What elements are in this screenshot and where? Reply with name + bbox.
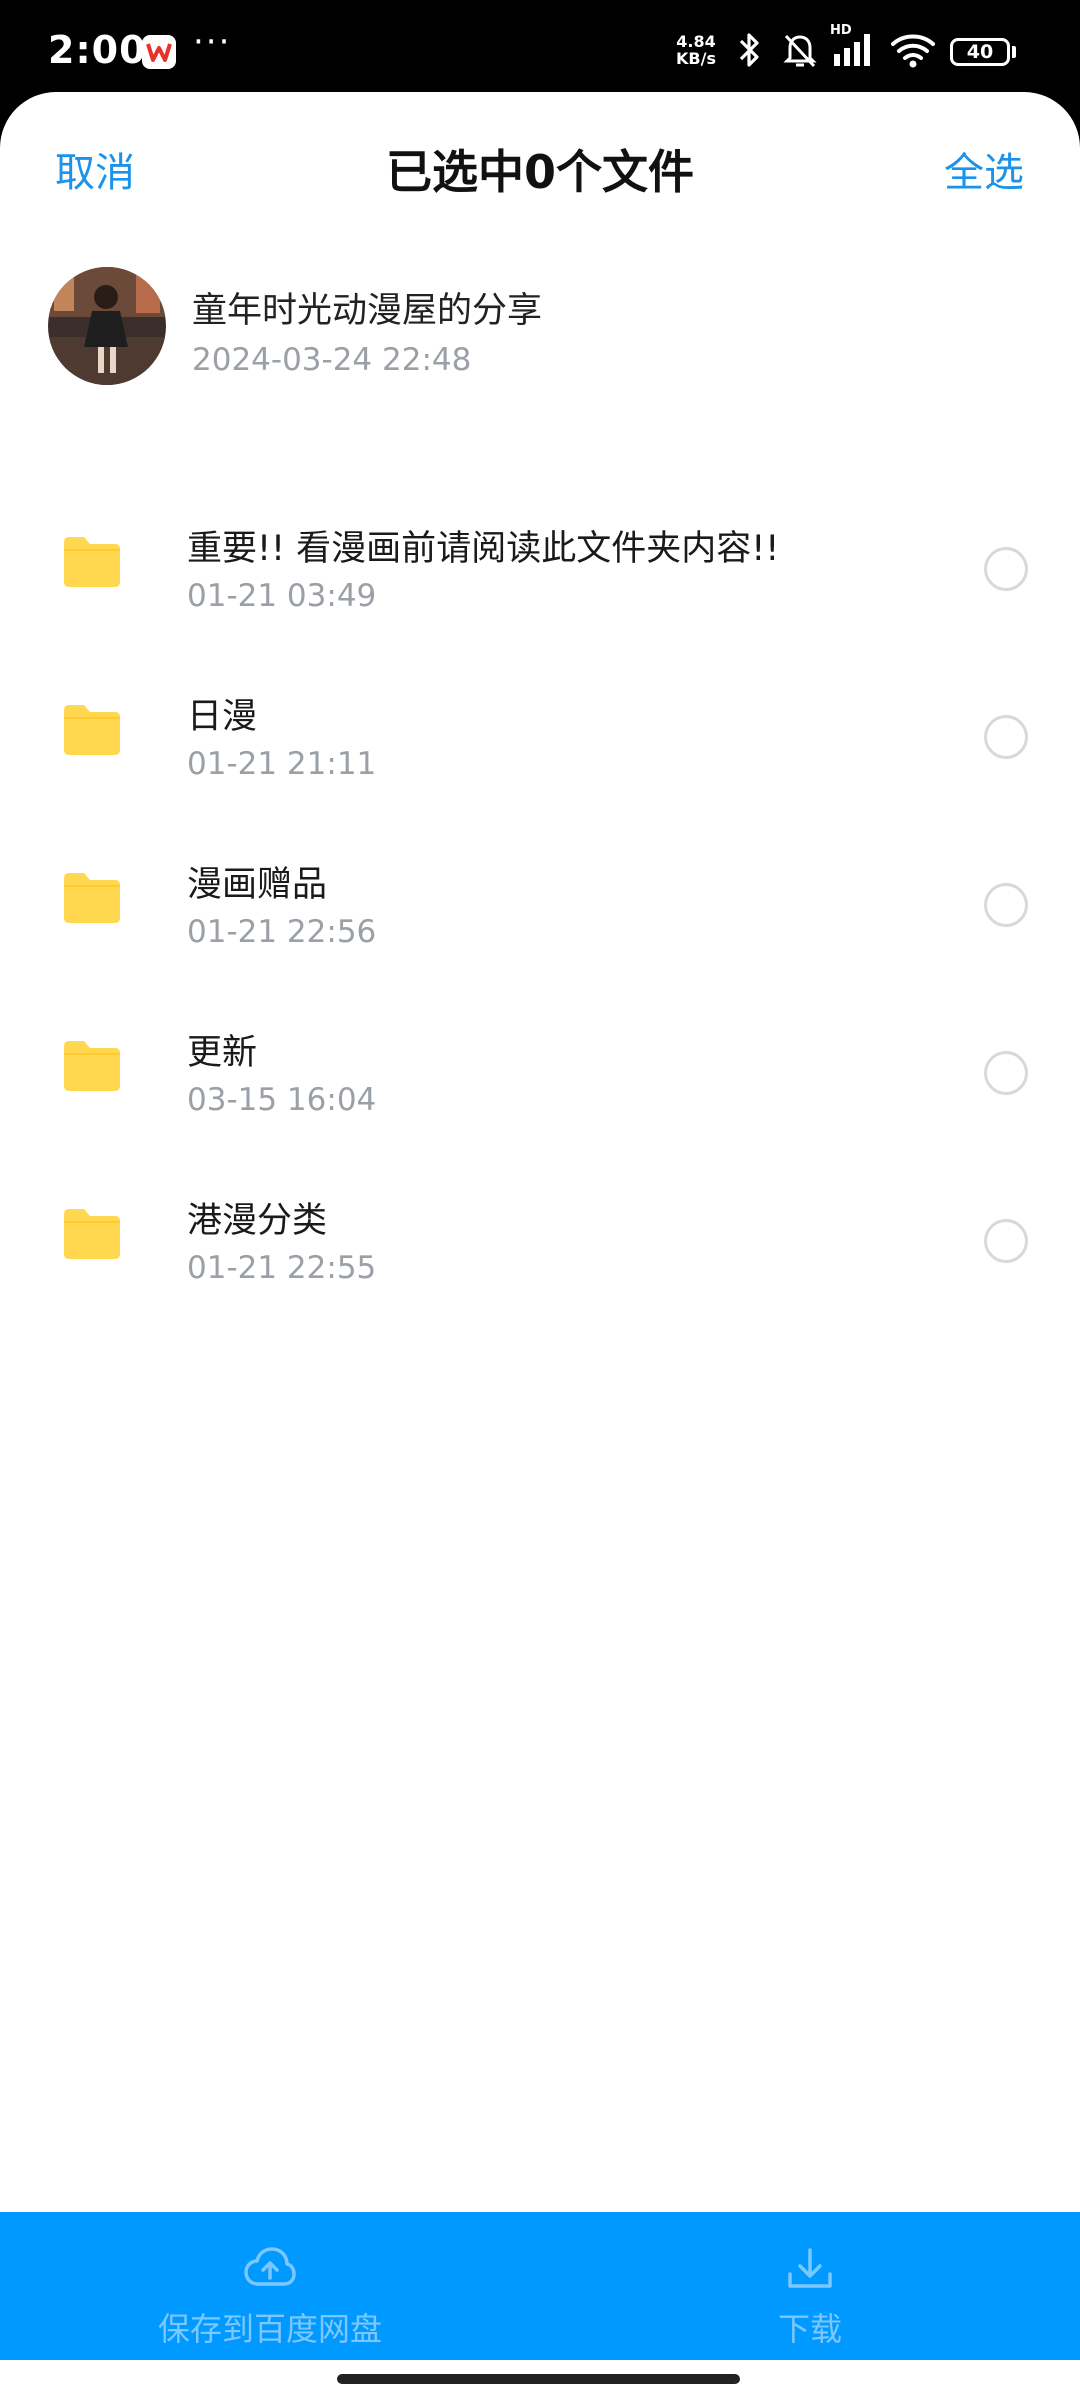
save-to-netdisk-label: 保存到百度网盘 [157, 2310, 382, 2348]
status-time: 2:00 [48, 28, 147, 72]
folder-row[interactable]: 港漫分类 01-21 22:55 [0, 1164, 1080, 1332]
page-title: 已选中0个文件 [385, 145, 694, 199]
share-time: 2024-03-24 22:48 [192, 342, 472, 378]
folder-name: 港漫分类 [187, 1201, 328, 1241]
download-label: 下载 [777, 2310, 842, 2348]
select-checkbox[interactable] [984, 715, 1028, 759]
home-indicator[interactable] [337, 2374, 740, 2384]
select-checkbox[interactable] [984, 883, 1028, 927]
file-select-sheet: 取消 已选中0个文件 全选 童年时光动漫屋的分享 2024-03-24 22:4… [0, 92, 1080, 2401]
folder-row[interactable]: 更新 03-15 16:04 [0, 996, 1080, 1164]
download-button[interactable]: 下载 [710, 2212, 910, 2360]
folder-icon [62, 1040, 122, 1096]
network-speed-value: 4.84 [676, 32, 716, 51]
folder-time: 03-15 16:04 [187, 1082, 377, 1118]
hd-label: HD [830, 23, 852, 38]
cloud-upload-icon [244, 2246, 296, 2294]
signal-icon: HD [830, 22, 880, 74]
network-speed-unit: KB/s [676, 49, 716, 68]
select-checkbox[interactable] [984, 547, 1028, 591]
wifi-icon [890, 32, 936, 74]
folder-row[interactable]: 重要!! 看漫画前请阅读此文件夹内容!! 01-21 03:49 [0, 492, 1080, 660]
select-checkbox[interactable] [984, 1051, 1028, 1095]
bottom-action-bar: 保存到百度网盘 下载 [0, 2212, 1080, 2360]
folder-name: 日漫 [187, 697, 258, 737]
bluetooth-icon [735, 30, 765, 74]
network-speed: 4.84 KB/s [676, 33, 716, 67]
save-to-netdisk-button[interactable]: 保存到百度网盘 [140, 2212, 400, 2360]
battery-tip [1012, 46, 1016, 58]
status-bar: 2:00 ··· 4.84 KB/s HD 40 [0, 0, 1080, 100]
folder-icon [62, 1208, 122, 1264]
folder-name: 漫画赠品 [187, 865, 328, 905]
folder-name: 更新 [187, 1033, 258, 1073]
folder-icon [62, 872, 122, 928]
download-icon [786, 2246, 834, 2296]
folder-time: 01-21 03:49 [187, 578, 377, 614]
folder-row[interactable]: 漫画赠品 01-21 22:56 [0, 828, 1080, 996]
folder-icon [62, 704, 122, 760]
folder-time: 01-21 22:55 [187, 1250, 377, 1286]
folder-icon [62, 536, 122, 592]
folder-row[interactable]: 日漫 01-21 21:11 [0, 660, 1080, 828]
bell-muted-icon [782, 30, 818, 74]
select-all-button[interactable]: 全选 [944, 140, 1024, 198]
more-notifications-icon: ··· [193, 22, 232, 62]
select-checkbox[interactable] [984, 1219, 1028, 1263]
folder-time: 01-21 21:11 [187, 746, 377, 782]
battery-icon: 40 [950, 38, 1010, 66]
folder-time: 01-21 22:56 [187, 914, 377, 950]
wps-app-icon [142, 35, 176, 69]
sharer-name: 童年时光动漫屋的分享 [192, 291, 543, 331]
folder-name: 重要!! 看漫画前请阅读此文件夹内容!! [187, 529, 780, 569]
avatar [48, 267, 166, 385]
